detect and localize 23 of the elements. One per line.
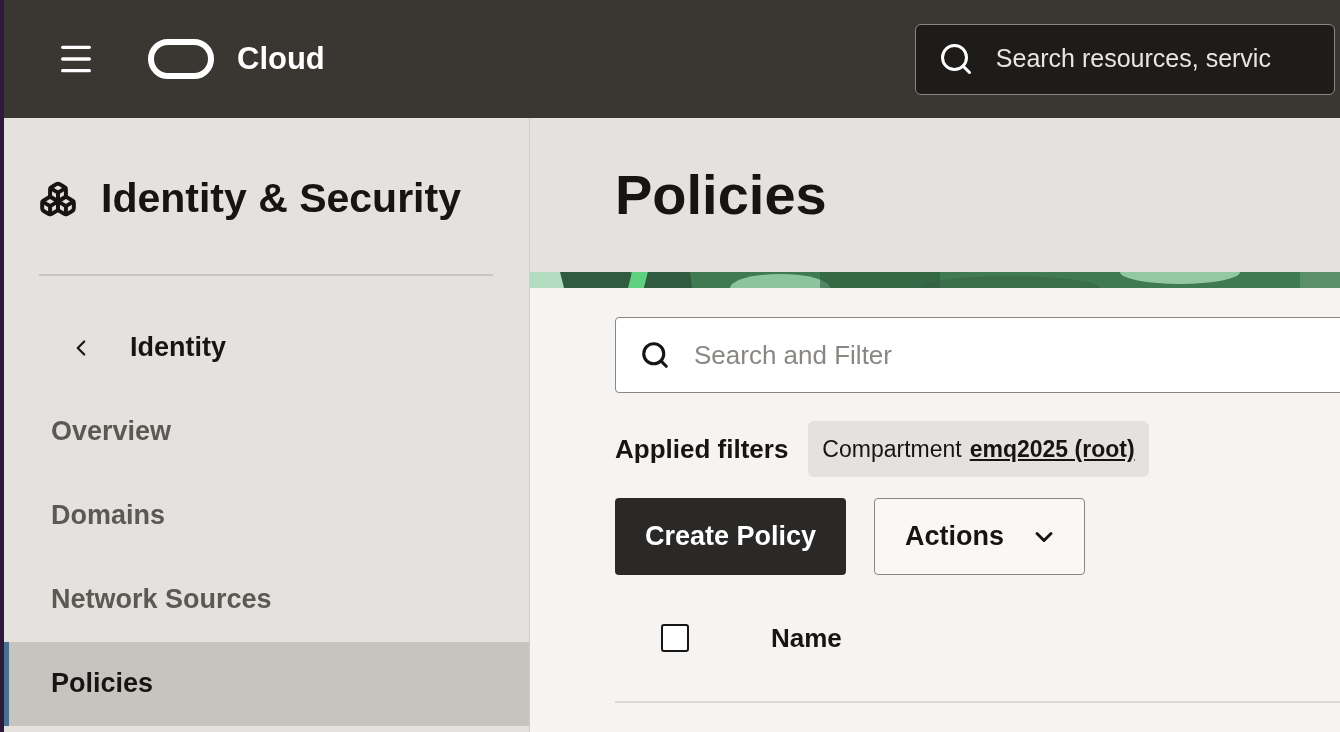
create-policy-button[interactable]: Create Policy [615,498,847,575]
back-link[interactable]: Identity [68,305,529,390]
filter-chip[interactable]: Compartment emq2025 (root) [808,421,1149,477]
brand-name: Cloud [237,39,325,78]
cubes-icon [39,179,77,218]
column-header: Name [771,621,842,655]
sidebar-item[interactable]: Network Sources [4,557,529,642]
global-search-field[interactable]: Search resources, servic [914,23,1335,95]
search-icon [640,340,670,370]
search-placeholder: Search and Filter [694,338,892,372]
sidebar-item[interactable]: Overview [4,389,529,474]
search-placeholder: Search resources, servic [995,43,1271,75]
page-title: Policies [615,162,827,228]
sidebar-item[interactable]: Policies [4,641,529,726]
sidebar-item[interactable]: Domains [4,473,529,558]
sidebar-title: Identity & Security [101,174,461,223]
logo-icon [148,39,214,79]
filter-name: Compartment [822,434,962,464]
filter-search-field[interactable]: Search and Filter [615,317,1340,393]
select-all-checkbox[interactable] [661,624,689,652]
applied-filters-label: Applied filters [615,432,789,466]
filter-value[interactable]: emq2025 (root) [969,431,1135,467]
actions-dropdown[interactable]: Actions [874,498,1086,575]
